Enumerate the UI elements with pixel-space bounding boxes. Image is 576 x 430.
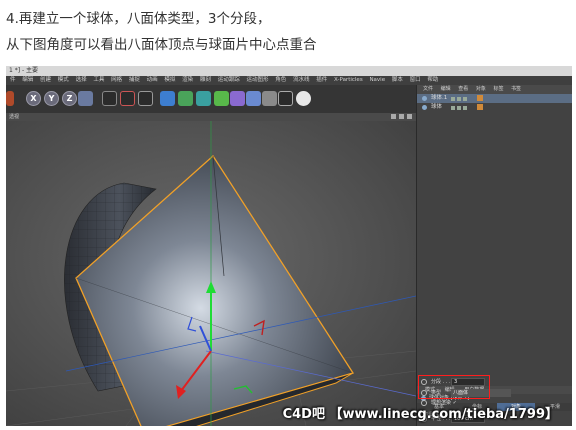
om-tab-tags[interactable]: 标签 bbox=[493, 86, 503, 92]
deformer-icon[interactable] bbox=[230, 91, 245, 106]
visibility-flags[interactable] bbox=[451, 96, 473, 101]
sphere-icon bbox=[422, 96, 427, 101]
axis-x-icon[interactable]: X bbox=[26, 91, 41, 106]
menu-file[interactable]: 件 bbox=[10, 76, 16, 85]
menu-character[interactable]: 角色 bbox=[275, 76, 286, 85]
cube-icon[interactable] bbox=[160, 91, 175, 106]
menu-tracking[interactable]: 运动跟踪 bbox=[218, 76, 240, 85]
cinema4d-window: 1 *] - 主要 件 编辑 创建 模式 选择 工具 网格 捕捉 动画 模拟 渲… bbox=[6, 66, 572, 426]
menu-snap[interactable]: 捕捉 bbox=[129, 76, 140, 85]
sphere-icon bbox=[422, 105, 427, 110]
menu-script[interactable]: 脚本 bbox=[392, 76, 403, 85]
caption-line-1: 4.再建立一个球体，八面体类型，3个分段， bbox=[6, 11, 271, 27]
menu-plugins[interactable]: 插件 bbox=[316, 76, 327, 85]
texture-tag-icon[interactable] bbox=[477, 95, 483, 101]
visibility-flags[interactable] bbox=[451, 105, 473, 110]
window-title: 1 *] - 主要 bbox=[6, 66, 572, 76]
menu-animate[interactable]: 动画 bbox=[147, 76, 158, 85]
menu-xparticles[interactable]: X-Particles bbox=[334, 76, 363, 85]
watermark: C4D吧 【www.linecg.com/tieba/1799】 bbox=[282, 407, 558, 422]
highlight-box bbox=[418, 375, 490, 399]
viewport-controls[interactable] bbox=[388, 114, 414, 120]
om-tab-edit[interactable]: 编辑 bbox=[441, 86, 451, 92]
menu-select[interactable]: 选择 bbox=[76, 76, 87, 85]
menu-window[interactable]: 窗口 bbox=[410, 76, 421, 85]
menu-edit[interactable]: 编辑 bbox=[22, 76, 33, 85]
menu-create[interactable]: 创建 bbox=[40, 76, 51, 85]
viewport-header: 透视 bbox=[6, 113, 416, 121]
scene-render bbox=[6, 121, 416, 426]
render-settings-icon[interactable] bbox=[138, 91, 153, 106]
caption-line-2: 从下图角度可以看出八面体顶点与球面片中心点重合 bbox=[6, 37, 317, 53]
menu-help[interactable]: 帮助 bbox=[427, 76, 438, 85]
menu-navie[interactable]: Navie bbox=[369, 76, 385, 85]
array-icon[interactable] bbox=[214, 91, 229, 106]
menu-mode[interactable]: 模式 bbox=[58, 76, 69, 85]
subdivision-icon[interactable] bbox=[196, 91, 211, 106]
menu-tools[interactable]: 工具 bbox=[93, 76, 104, 85]
menu-render[interactable]: 渲染 bbox=[182, 76, 193, 85]
pen-icon[interactable] bbox=[178, 91, 193, 106]
3d-viewport[interactable] bbox=[6, 121, 416, 426]
object-name: 球体.1 bbox=[431, 95, 448, 101]
axis-y-icon[interactable]: Y bbox=[44, 91, 59, 106]
texture-tag-icon[interactable] bbox=[477, 104, 483, 110]
object-row[interactable]: 球体.1 bbox=[417, 94, 572, 103]
axis-z-icon[interactable]: Z bbox=[62, 91, 77, 106]
render-region-icon[interactable] bbox=[102, 91, 117, 106]
object-row[interactable]: 球体 bbox=[417, 103, 572, 112]
light-icon[interactable] bbox=[296, 91, 311, 106]
menu-sculpt[interactable]: 雕刻 bbox=[200, 76, 211, 85]
toolbar: X Y Z bbox=[6, 85, 416, 113]
menu-pipeline[interactable]: 流水线 bbox=[293, 76, 310, 85]
om-tab-objects[interactable]: 对象 bbox=[476, 86, 486, 92]
camera-icon[interactable] bbox=[278, 91, 293, 106]
menu-bar: 件 编辑 创建 模式 选择 工具 网格 捕捉 动画 模拟 渲染 雕刻 运动跟踪 … bbox=[6, 76, 572, 85]
menu-mograph[interactable]: 运动图形 bbox=[246, 76, 268, 85]
om-tab-file[interactable]: 文件 bbox=[423, 86, 433, 92]
menu-simulate[interactable]: 模拟 bbox=[164, 76, 175, 85]
om-tab-bookmarks[interactable]: 书签 bbox=[511, 86, 521, 92]
scene-icon[interactable] bbox=[262, 91, 277, 106]
menu-mesh[interactable]: 网格 bbox=[111, 76, 122, 85]
render-view-icon[interactable] bbox=[120, 91, 135, 106]
om-tab-view[interactable]: 查看 bbox=[458, 86, 468, 92]
undo-icon[interactable] bbox=[6, 91, 14, 106]
viewport-label: 透视 bbox=[9, 114, 20, 120]
object-manager-tabs: 文件 编辑 查看 对象 标签 书签 bbox=[417, 85, 572, 94]
field-icon[interactable] bbox=[246, 91, 261, 106]
coord-icon[interactable] bbox=[78, 91, 93, 106]
object-name: 球体 bbox=[431, 104, 443, 110]
